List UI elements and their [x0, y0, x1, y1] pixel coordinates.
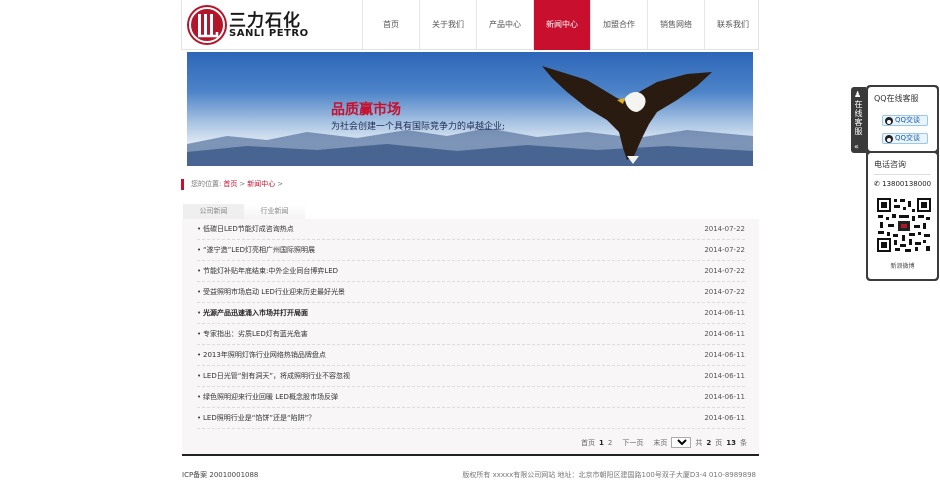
- qq-icon: [885, 134, 893, 143]
- nav-about[interactable]: 关于我们: [419, 0, 476, 50]
- list-item[interactable]: • 节能灯补贴年底结束:中外企业同台博弈LED 2014-07-22: [197, 261, 745, 282]
- list-item[interactable]: • 专家指出：劣质LED灯有蓝光危害 2014-06-11: [197, 324, 745, 345]
- news-title[interactable]: LED日光管“别有洞天”，将成照明行业不容忽视: [203, 371, 704, 381]
- pager-total-prefix: 共: [695, 438, 703, 447]
- nav-join[interactable]: 加盟合作: [590, 0, 647, 50]
- qq-title: QQ在线客服: [874, 94, 919, 103]
- news-title[interactable]: “遂宁造”LED灯亮相广州国际照明展: [203, 245, 704, 255]
- pager-last[interactable]: 末页: [653, 438, 667, 448]
- phone-title: 电话咨询: [874, 159, 931, 175]
- news-list: • 低碳日LED节能灯成咨询热点 2014-07-22 • “遂宁造”LED灯亮…: [182, 219, 759, 456]
- news-date: 2014-06-11: [704, 414, 745, 422]
- nav-sales[interactable]: 销售网络: [647, 0, 704, 50]
- qq-chat-button[interactable]: QQ交谈: [882, 133, 928, 144]
- breadcrumb-sep: >: [239, 180, 246, 188]
- banner-title: 品质赢市场: [331, 102, 401, 118]
- qq-chat-button[interactable]: QQ交谈: [882, 115, 928, 126]
- news-tabs: 公司新闻 行业新闻: [183, 204, 305, 219]
- qq-chat-label: QQ交谈: [895, 134, 921, 142]
- service-toggle-tab[interactable]: ♟ 在线客服 «: [851, 87, 866, 153]
- footer-icp: ICP备案 20010001088: [182, 471, 259, 479]
- pager-first[interactable]: 首页: [581, 438, 595, 448]
- list-item[interactable]: • 光源产品迅速涌入市场并打开局面 2014-06-11: [197, 303, 745, 324]
- news-title[interactable]: 受益照明市场启动 LED行业迎来历史最好光景: [203, 287, 704, 297]
- list-item[interactable]: • 绿色照明迎来行业回暖 LED概念股市场反弹 2014-06-11: [197, 387, 745, 408]
- phone-icon: ✆: [874, 180, 880, 188]
- collapse-arrow-icon[interactable]: «: [854, 142, 859, 151]
- logo-icon[interactable]: [187, 5, 227, 45]
- news-date: 2014-06-11: [704, 330, 745, 338]
- user-icon: ♟: [854, 90, 862, 99]
- banner: 品质赢市场 为社会创建一个具有国际竞争力的卓越企业;: [187, 52, 753, 166]
- news-title[interactable]: LED照明行业是“馅饼”还是“陷阱”？: [203, 413, 704, 423]
- news-date: 2014-06-11: [704, 309, 745, 317]
- nav-home[interactable]: 首页: [362, 0, 419, 50]
- qq-chat-label: QQ交谈: [895, 116, 921, 124]
- pager-select[interactable]: 1: [671, 437, 692, 448]
- breadcrumb: 您的位置: 首页 > 新闻中心 >: [181, 178, 283, 190]
- news-title[interactable]: 绿色照明迎来行业回暖 LED概念股市场反弹: [203, 392, 704, 402]
- site-header: 三力石化 SANLI PETRO 首页 关于我们 产品中心 新闻中心 加盟合作 …: [181, 0, 759, 50]
- news-date: 2014-06-11: [704, 393, 745, 401]
- news-title[interactable]: 光源产品迅速涌入市场并打开局面: [203, 308, 704, 318]
- news-date: 2014-06-11: [704, 372, 745, 380]
- pager-current: 1: [599, 438, 604, 447]
- list-item[interactable]: • LED照明行业是“馅饼”还是“陷阱”？ 2014-06-11: [197, 408, 745, 429]
- news-date: 2014-07-22: [704, 225, 745, 233]
- service-panel: QQ在线客服 QQ交谈 QQ交谈 电话咨询 ✆ 13800138000 新浪微博: [866, 85, 939, 281]
- list-item[interactable]: • 2013年照明灯饰行业网络热销品牌盘点 2014-06-11: [197, 345, 745, 366]
- news-title[interactable]: 2013年照明灯饰行业网络热销品牌盘点: [203, 350, 704, 360]
- qq-service-block: QQ在线客服 QQ交谈 QQ交谈: [868, 87, 937, 151]
- news-date: 2014-07-22: [704, 267, 745, 275]
- list-item[interactable]: • 低碳日LED节能灯成咨询热点 2014-07-22: [197, 219, 745, 240]
- breadcrumb-sep: >: [277, 180, 284, 188]
- nav-news[interactable]: 新闻中心: [533, 0, 590, 50]
- qr-code-image: [876, 197, 932, 253]
- pager-total-mid: 页: [715, 438, 723, 447]
- news-date: 2014-07-22: [704, 288, 745, 296]
- pager-total-suffix: 条: [740, 438, 747, 447]
- pager-total-pages: 2: [706, 438, 712, 447]
- news-title[interactable]: 低碳日LED节能灯成咨询热点: [203, 224, 704, 234]
- main-nav: 首页 关于我们 产品中心 新闻中心 加盟合作 销售网络 联系我们: [362, 0, 761, 50]
- logo-text-en: SANLI PETRO: [229, 28, 309, 39]
- breadcrumb-home[interactable]: 首页: [223, 179, 237, 189]
- tab-industry-news[interactable]: 行业新闻: [244, 204, 305, 219]
- pager-next[interactable]: 下一页: [622, 438, 643, 448]
- pager-total-count: 13: [726, 438, 736, 447]
- breadcrumb-prefix: 您的位置:: [191, 180, 222, 188]
- phone-service-block: 电话咨询 ✆ 13800138000 新浪微博: [868, 153, 937, 279]
- phone-number: ✆ 13800138000: [874, 180, 931, 188]
- service-tab-label: 在线客服: [854, 100, 863, 136]
- banner-landscape: [187, 66, 753, 166]
- news-date: 2014-07-22: [704, 246, 745, 254]
- tab-company-news[interactable]: 公司新闻: [183, 204, 244, 219]
- list-item[interactable]: • LED日光管“别有洞天”，将成照明行业不容忽视 2014-06-11: [197, 366, 745, 387]
- breadcrumb-marker: [181, 178, 184, 190]
- qr-caption: 新浪微博: [890, 263, 915, 270]
- list-item[interactable]: • “遂宁造”LED灯亮相广州国际照明展 2014-07-22: [197, 240, 745, 261]
- qq-icon: [885, 116, 893, 125]
- news-title[interactable]: 专家指出：劣质LED灯有蓝光危害: [203, 329, 704, 339]
- news-title[interactable]: 节能灯补贴年底结束:中外企业同台博弈LED: [203, 266, 704, 276]
- phone-number-text: 13800138000: [882, 180, 932, 188]
- breadcrumb-current[interactable]: 新闻中心: [247, 179, 275, 189]
- pager-page-2[interactable]: 2: [608, 439, 612, 447]
- footer-copyright: 版权所有 xxxxx有限公司网站 地址：北京市朝阳区建国路100号双子大厦D3-…: [462, 471, 756, 479]
- news-date: 2014-06-11: [704, 351, 745, 359]
- nav-contact[interactable]: 联系我们: [704, 0, 761, 50]
- nav-products[interactable]: 产品中心: [476, 0, 533, 50]
- pagination: 首页 1 2 下一页 末页 1 共 2 页 13 条: [581, 437, 747, 448]
- list-item[interactable]: • 受益照明市场启动 LED行业迎来历史最好光景 2014-07-22: [197, 282, 745, 303]
- banner-subtitle: 为社会创建一个具有国际竞争力的卓越企业;: [331, 122, 506, 132]
